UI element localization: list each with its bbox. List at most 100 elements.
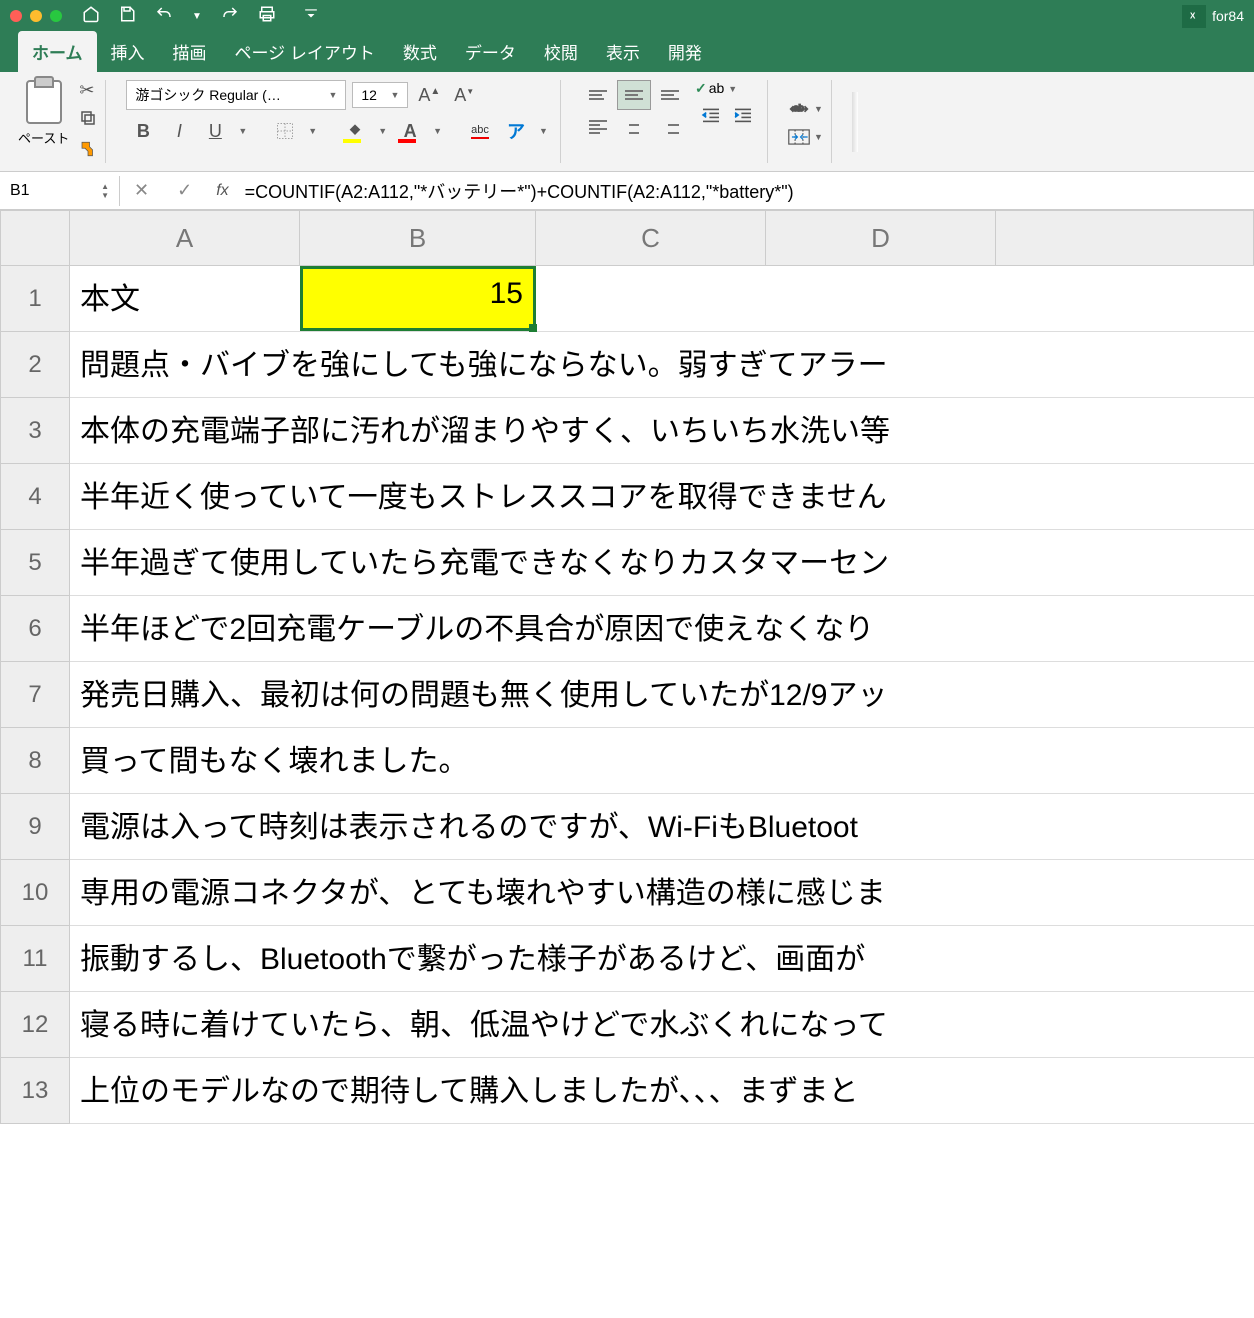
- save-icon[interactable]: [118, 5, 136, 28]
- cell-A7[interactable]: 発売日購入、最初は何の問題も無く使用していたが12/9アッ: [70, 662, 1254, 727]
- cell-A3[interactable]: 本体の充電端子部に汚れが溜まりやすく、いちいち水洗い等: [70, 398, 1254, 463]
- qat-customize-icon[interactable]: [304, 7, 318, 26]
- tab-page-layout[interactable]: ページ レイアウト: [221, 31, 389, 72]
- format-painter-icon[interactable]: [79, 140, 97, 163]
- redo-icon[interactable]: [220, 5, 240, 28]
- select-all-corner[interactable]: [0, 210, 70, 266]
- chevron-down-icon[interactable]: ▼: [234, 126, 251, 136]
- cell-A6[interactable]: 半年ほどで2回充電ケーブルの不具合が原因で使えなくなり: [70, 596, 1254, 661]
- font-name-value: 游ゴシック Regular (…: [135, 85, 280, 105]
- align-bottom-button[interactable]: [653, 80, 687, 110]
- tab-data[interactable]: データ: [451, 31, 530, 72]
- ribbon: ペースト ✂ 游ゴシック Regular (… ▼ 12 ▼: [0, 72, 1254, 172]
- phonetic-ruby-button[interactable]: ア: [499, 116, 533, 146]
- minimize-window-button[interactable]: [30, 10, 42, 22]
- column-header-A[interactable]: A: [70, 210, 300, 266]
- cell-A11[interactable]: 振動するし、Bluetoothで繋がった様子があるけど、画面が: [70, 926, 1254, 991]
- tab-view[interactable]: 表示: [592, 31, 654, 72]
- home-icon[interactable]: [82, 5, 100, 28]
- tab-insert[interactable]: 挿入: [97, 31, 159, 72]
- row-header-10[interactable]: 10: [0, 860, 70, 926]
- column-header-rest[interactable]: [996, 210, 1254, 266]
- increase-font-button[interactable]: A▲: [414, 83, 444, 108]
- chevron-down-icon[interactable]: ▼: [374, 126, 391, 136]
- cell-B1[interactable]: 15: [300, 266, 536, 331]
- row-header-8[interactable]: 8: [0, 728, 70, 794]
- italic-button[interactable]: I: [162, 116, 196, 146]
- formula-input[interactable]: [239, 174, 1254, 207]
- column-header-D[interactable]: D: [766, 210, 996, 266]
- name-box-spinner[interactable]: ▲▼: [101, 182, 109, 200]
- row-header-12[interactable]: 12: [0, 992, 70, 1058]
- row-header-6[interactable]: 6: [0, 596, 70, 662]
- phonetic-abc-button[interactable]: abc: [463, 116, 497, 146]
- wrap-text-button[interactable]: ab: [695, 80, 724, 97]
- font-color-button[interactable]: A: [393, 116, 427, 146]
- accept-formula-icon[interactable]: ✓: [163, 180, 206, 201]
- row-header-5[interactable]: 5: [0, 530, 70, 596]
- border-button[interactable]: [268, 116, 302, 146]
- maximize-window-button[interactable]: [50, 10, 62, 22]
- paste-label: ペースト: [18, 128, 69, 147]
- bold-button[interactable]: B: [126, 116, 160, 146]
- cancel-formula-icon[interactable]: ✕: [120, 180, 163, 201]
- column-header-C[interactable]: C: [536, 210, 766, 266]
- cell-A5[interactable]: 半年過ぎて使用していたら充電できなくなりカスタマーセン: [70, 530, 1254, 595]
- tab-home[interactable]: ホーム: [18, 31, 97, 72]
- undo-dropdown-icon[interactable]: ▼: [192, 11, 202, 22]
- align-top-button[interactable]: [581, 80, 615, 110]
- align-middle-button[interactable]: [617, 80, 651, 110]
- row-header-3[interactable]: 3: [0, 398, 70, 464]
- cell-A9[interactable]: 電源は入って時刻は表示されるのですが、Wi-FiもBluetoot: [70, 794, 1254, 859]
- merge-cells-button[interactable]: ▼: [788, 128, 823, 146]
- tab-formulas[interactable]: 数式: [389, 31, 451, 72]
- cell-A4[interactable]: 半年近く使っていて一度もストレススコアを取得できません: [70, 464, 1254, 529]
- cell-A1[interactable]: 本文: [70, 266, 300, 331]
- cell-A2[interactable]: 問題点・バイブを強にしても強にならない。弱すぎてアラー: [70, 332, 1254, 397]
- tab-draw[interactable]: 描画: [159, 31, 221, 72]
- clipboard-group: ペースト ✂: [10, 80, 106, 163]
- font-name-dropdown[interactable]: 游ゴシック Regular (… ▼: [126, 80, 346, 110]
- table-row: 本文 15: [70, 266, 1254, 332]
- paste-button[interactable]: ペースト: [18, 80, 69, 163]
- align-center-button[interactable]: [617, 112, 651, 142]
- cut-icon[interactable]: ✂: [79, 80, 97, 101]
- row-header-1[interactable]: 1: [0, 266, 70, 332]
- chevron-down-icon[interactable]: ▼: [304, 126, 321, 136]
- cell-A8[interactable]: 買って間もなく壊れました。: [70, 728, 1254, 793]
- underline-button[interactable]: U: [198, 116, 232, 146]
- decrease-indent-button[interactable]: [695, 103, 727, 132]
- align-left-button[interactable]: [581, 112, 615, 142]
- row-header-2[interactable]: 2: [0, 332, 70, 398]
- chevron-down-icon[interactable]: ▼: [535, 126, 552, 136]
- chevron-down-icon[interactable]: ▼: [429, 126, 446, 136]
- fill-color-button[interactable]: [338, 116, 372, 146]
- tab-review[interactable]: 校閲: [530, 31, 592, 72]
- fx-icon[interactable]: fx: [206, 182, 238, 200]
- table-row: 問題点・バイブを強にしても強にならない。弱すぎてアラー: [70, 332, 1254, 398]
- close-window-button[interactable]: [10, 10, 22, 22]
- table-row: 寝る時に着けていたら、朝、低温やけどで水ぶくれになって: [70, 992, 1254, 1058]
- row-header-4[interactable]: 4: [0, 464, 70, 530]
- copy-icon[interactable]: [79, 109, 97, 132]
- row-header-9[interactable]: 9: [0, 794, 70, 860]
- print-icon[interactable]: [258, 5, 276, 28]
- undo-icon[interactable]: [154, 5, 174, 28]
- cell-A13[interactable]: 上位のモデルなので期待して購入しましたが、、、まずまと: [70, 1058, 1254, 1123]
- name-box[interactable]: B1 ▲▼: [0, 176, 120, 206]
- increase-indent-button[interactable]: [727, 103, 759, 132]
- column-header-B[interactable]: B: [300, 210, 536, 266]
- row-header-11[interactable]: 11: [0, 926, 70, 992]
- orientation-button[interactable]: ab ▼: [788, 98, 823, 120]
- ribbon-tabs: ホーム 挿入 描画 ページ レイアウト 数式 データ 校閲 表示 開発: [0, 32, 1254, 72]
- tab-developer[interactable]: 開発: [654, 31, 716, 72]
- row-header-7[interactable]: 7: [0, 662, 70, 728]
- chevron-down-icon[interactable]: ▼: [724, 84, 737, 94]
- cell-A12[interactable]: 寝る時に着けていたら、朝、低温やけどで水ぶくれになって: [70, 992, 1254, 1057]
- row-header-13[interactable]: 13: [0, 1058, 70, 1124]
- document-name: X for84: [1182, 5, 1244, 28]
- align-right-button[interactable]: [653, 112, 687, 142]
- decrease-font-button[interactable]: A▼: [450, 83, 478, 108]
- font-size-dropdown[interactable]: 12 ▼: [352, 82, 408, 108]
- cell-A10[interactable]: 専用の電源コネクタが、とても壊れやすい構造の様に感じま: [70, 860, 1254, 925]
